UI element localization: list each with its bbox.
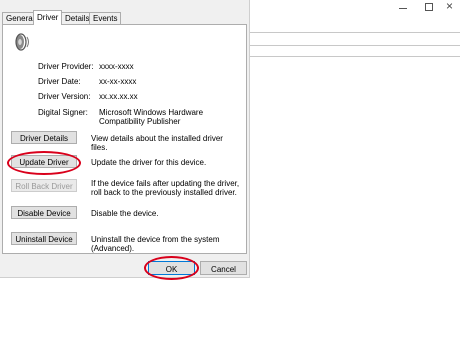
driver-details-button[interactable]: Driver Details (11, 131, 77, 144)
uninstall-device-button[interactable]: Uninstall Device (11, 232, 77, 245)
driver-date-value: xx-xx-xxxx (99, 77, 137, 86)
cancel-button[interactable]: Cancel (200, 261, 247, 275)
speaker-icon (15, 33, 29, 51)
driver-panel: Driver Provider: xxxx-xxxx Driver Date: … (2, 24, 247, 254)
driver-version-label: Driver Version: (38, 92, 91, 101)
update-driver-button[interactable]: Update Driver (11, 155, 77, 168)
tab-driver[interactable]: Driver (33, 10, 63, 25)
minimize-icon[interactable] (399, 8, 407, 9)
update-driver-description: Update the driver for this device. (91, 158, 207, 167)
driver-provider-value: xxxx-xxxx (99, 62, 134, 71)
ok-button[interactable]: OK (148, 261, 195, 275)
close-icon[interactable]: × (446, 0, 453, 12)
driver-provider-label: Driver Provider: (38, 62, 94, 71)
digital-signer-label: Digital Signer: (38, 108, 88, 117)
digital-signer-value: Microsoft Windows Hardware Compatibility… (99, 108, 204, 126)
roll-back-driver-description: If the device fails after updating the d… (91, 179, 240, 197)
tab-events[interactable]: Events (89, 12, 122, 24)
disable-device-description: Disable the device. (91, 209, 159, 218)
uninstall-device-description: Uninstall the device from the system (Ad… (91, 235, 220, 253)
driver-date-label: Driver Date: (38, 77, 81, 86)
background-address-bar (249, 32, 460, 46)
maximize-icon[interactable] (425, 3, 433, 11)
device-properties-dialog: General Driver Details Events Driver Pro… (0, 0, 250, 278)
background-divider (249, 56, 460, 57)
driver-version-value: xx.xx.xx.xx (99, 92, 138, 101)
driver-details-description: View details about the installed driver … (91, 134, 223, 152)
roll-back-driver-button[interactable]: Roll Back Driver (11, 179, 77, 192)
disable-device-button[interactable]: Disable Device (11, 206, 77, 219)
